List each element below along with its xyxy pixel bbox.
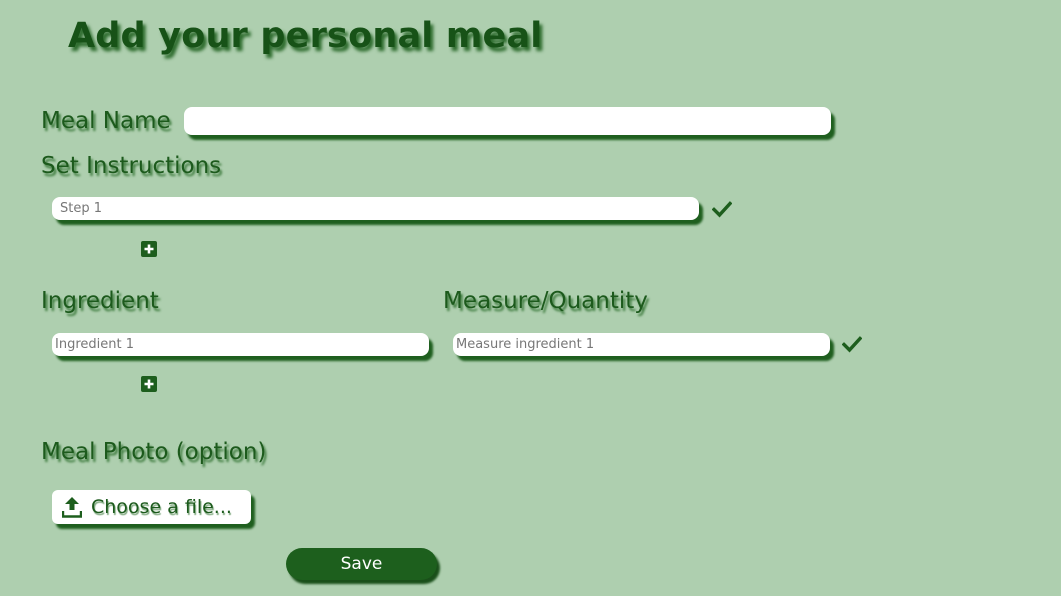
upload-icon — [62, 497, 82, 518]
meal-name-label: Meal Name — [41, 108, 171, 134]
choose-file-label: Choose a file... — [91, 496, 232, 518]
ingredient-input[interactable] — [52, 333, 429, 356]
checkmark-icon[interactable] — [842, 334, 862, 354]
instruction-step-input[interactable] — [52, 197, 699, 220]
meal-photo-label: Meal Photo (option) — [41, 439, 267, 465]
checkmark-icon[interactable] — [712, 199, 732, 219]
add-step-icon[interactable] — [141, 241, 157, 257]
measure-quantity-label: Measure/Quantity — [443, 288, 648, 314]
measure-input[interactable] — [453, 333, 830, 356]
save-button[interactable]: Save — [286, 548, 437, 580]
add-ingredient-icon[interactable] — [141, 376, 157, 392]
choose-file-button[interactable]: Choose a file... — [52, 490, 251, 524]
meal-name-input[interactable] — [184, 107, 831, 135]
set-instructions-label: Set Instructions — [41, 153, 222, 179]
page-title: Add your personal meal — [68, 16, 543, 56]
ingredient-label: Ingredient — [41, 288, 159, 314]
